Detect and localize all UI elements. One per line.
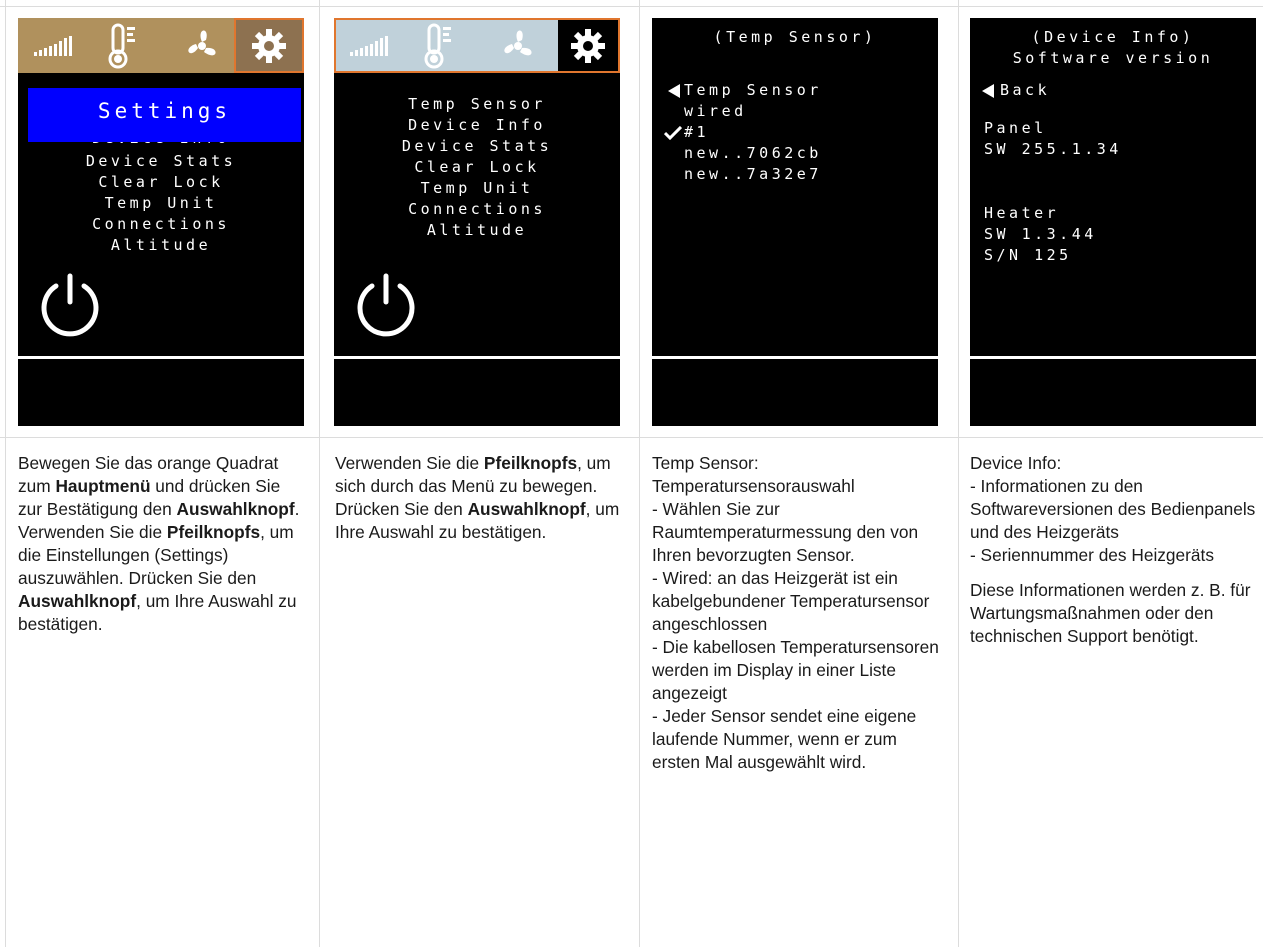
fan-icon[interactable] <box>174 18 230 73</box>
back-arrow-icon[interactable] <box>982 84 994 98</box>
screen-divider <box>970 356 1256 359</box>
heater-serial-number: S/N 125 <box>984 246 1072 264</box>
settings-gear-icon[interactable] <box>558 20 618 71</box>
desc-line: - Die kabellosen Temperatursensoren werd… <box>652 637 939 703</box>
menu-item[interactable]: Connections <box>18 214 304 235</box>
table-col-border <box>958 0 959 947</box>
menu-item[interactable]: Temp Unit <box>18 193 304 214</box>
checkmark-icon <box>664 126 682 140</box>
screen-divider <box>652 356 938 359</box>
back-button[interactable]: Back <box>1000 80 1050 101</box>
screen-divider <box>334 356 620 359</box>
power-icon[interactable] <box>38 272 102 340</box>
heater-software-version: SW 1.3.44 <box>984 225 1097 243</box>
desc-line: Device Info: <box>970 453 1062 473</box>
fan-icon[interactable] <box>490 20 546 71</box>
table-col-border <box>639 0 640 947</box>
menu-item[interactable]: Clear Lock <box>334 157 620 178</box>
sensor-option[interactable]: wired <box>684 101 747 122</box>
desc-bold: Auswahlknopf <box>467 499 586 519</box>
menu-item[interactable]: Device Stats <box>18 151 304 172</box>
table-row-divider <box>0 437 1263 438</box>
back-arrow-icon[interactable] <box>668 84 680 98</box>
device-screen-settings-list: Temp Sensor Device Info Device Stats Cle… <box>334 18 620 426</box>
description-device-info: Device Info: - Informationen zu den Soft… <box>970 452 1258 648</box>
device-screen-main-menu: Device Info Settings Device Stats Clear … <box>18 18 304 426</box>
sensor-option[interactable]: new..7a32e7 <box>684 164 822 185</box>
device-screen-temp-sensor: (Temp Sensor) Temp Sensor wired #1 new..… <box>652 18 938 426</box>
settings-menu-banner[interactable]: Settings <box>28 88 301 142</box>
power-icon[interactable] <box>354 272 418 340</box>
heater-label: Heater <box>984 204 1060 222</box>
description-temp-sensor: Temp Sensor: Temperatursensorauswahl - W… <box>652 452 944 774</box>
signal-strength-icon[interactable] <box>342 20 402 71</box>
menu-item[interactable]: Altitude <box>18 235 304 256</box>
table-top-border <box>0 6 1263 7</box>
desc-line: - Wählen Sie zur Raumtemperaturmessung d… <box>652 499 919 565</box>
sensor-option[interactable]: Temp Sensor <box>684 80 822 101</box>
desc-bold: Pfeilknopfs <box>483 453 578 473</box>
desc-bold: Auswahlknopf <box>176 499 295 519</box>
desc-line: Temp Sensor: <box>652 453 759 473</box>
sensor-option[interactable]: new..7062cb <box>684 143 822 164</box>
thermometer-icon[interactable] <box>100 18 144 73</box>
desc-paragraph: Diese Informationen werden z. B. für War… <box>970 580 1251 646</box>
desc-bold: Pfeilknopfs <box>166 522 261 542</box>
screen-divider <box>18 356 304 359</box>
screen-subtitle: Software version <box>1012 49 1214 67</box>
screen-title: (Device Info) <box>1031 28 1195 46</box>
menu-item[interactable]: Clear Lock <box>18 172 304 193</box>
description-settings-list: Verwenden Sie die Pfeilknopfs, um sich d… <box>335 452 625 544</box>
desc-line: - Wired: an das Heizgerät ist ein kabelg… <box>652 568 930 634</box>
menu-item[interactable]: Temp Unit <box>334 178 620 199</box>
panel-software-version: SW 255.1.34 <box>984 140 1122 158</box>
menu-item[interactable]: Device Stats <box>334 136 620 157</box>
desc-bold: Auswahlknopf <box>18 591 137 611</box>
settings-menu-list: Temp Sensor Device Info Device Stats Cle… <box>334 94 620 241</box>
main-icon-bar <box>18 18 304 73</box>
desc-bold: Hauptmenü <box>55 476 151 496</box>
desc-line: - Seriennummer des Heizgeräts <box>970 545 1214 565</box>
table-col-border <box>5 0 6 947</box>
panel-label: Panel <box>984 119 1047 137</box>
sensor-option[interactable]: #1 <box>684 122 709 143</box>
description-main-menu: Bewegen Sie das orange Quadrat zum Haupt… <box>18 452 306 636</box>
settings-gear-icon[interactable] <box>234 18 304 73</box>
desc-line: Temperatursensorauswahl <box>652 476 855 496</box>
table-col-border <box>319 0 320 947</box>
screen-title: (Temp Sensor) <box>713 28 877 46</box>
menu-item[interactable]: Altitude <box>334 220 620 241</box>
signal-strength-icon[interactable] <box>26 18 86 73</box>
desc-line: - Jeder Sensor sendet eine eigene laufen… <box>652 706 917 772</box>
thermometer-icon[interactable] <box>416 20 460 71</box>
menu-item[interactable]: Connections <box>334 199 620 220</box>
desc-line: - Informationen zu den Softwareversionen… <box>970 476 1256 542</box>
main-icon-bar <box>334 18 620 73</box>
desc-text: Verwenden Sie die <box>335 453 484 473</box>
menu-item[interactable]: Device Info <box>334 115 620 136</box>
menu-item[interactable]: Temp Sensor <box>334 94 620 115</box>
device-screen-device-info: (Device Info) Software version Back Pane… <box>970 18 1256 426</box>
settings-menu-list: Device Stats Clear Lock Temp Unit Connec… <box>18 151 304 256</box>
